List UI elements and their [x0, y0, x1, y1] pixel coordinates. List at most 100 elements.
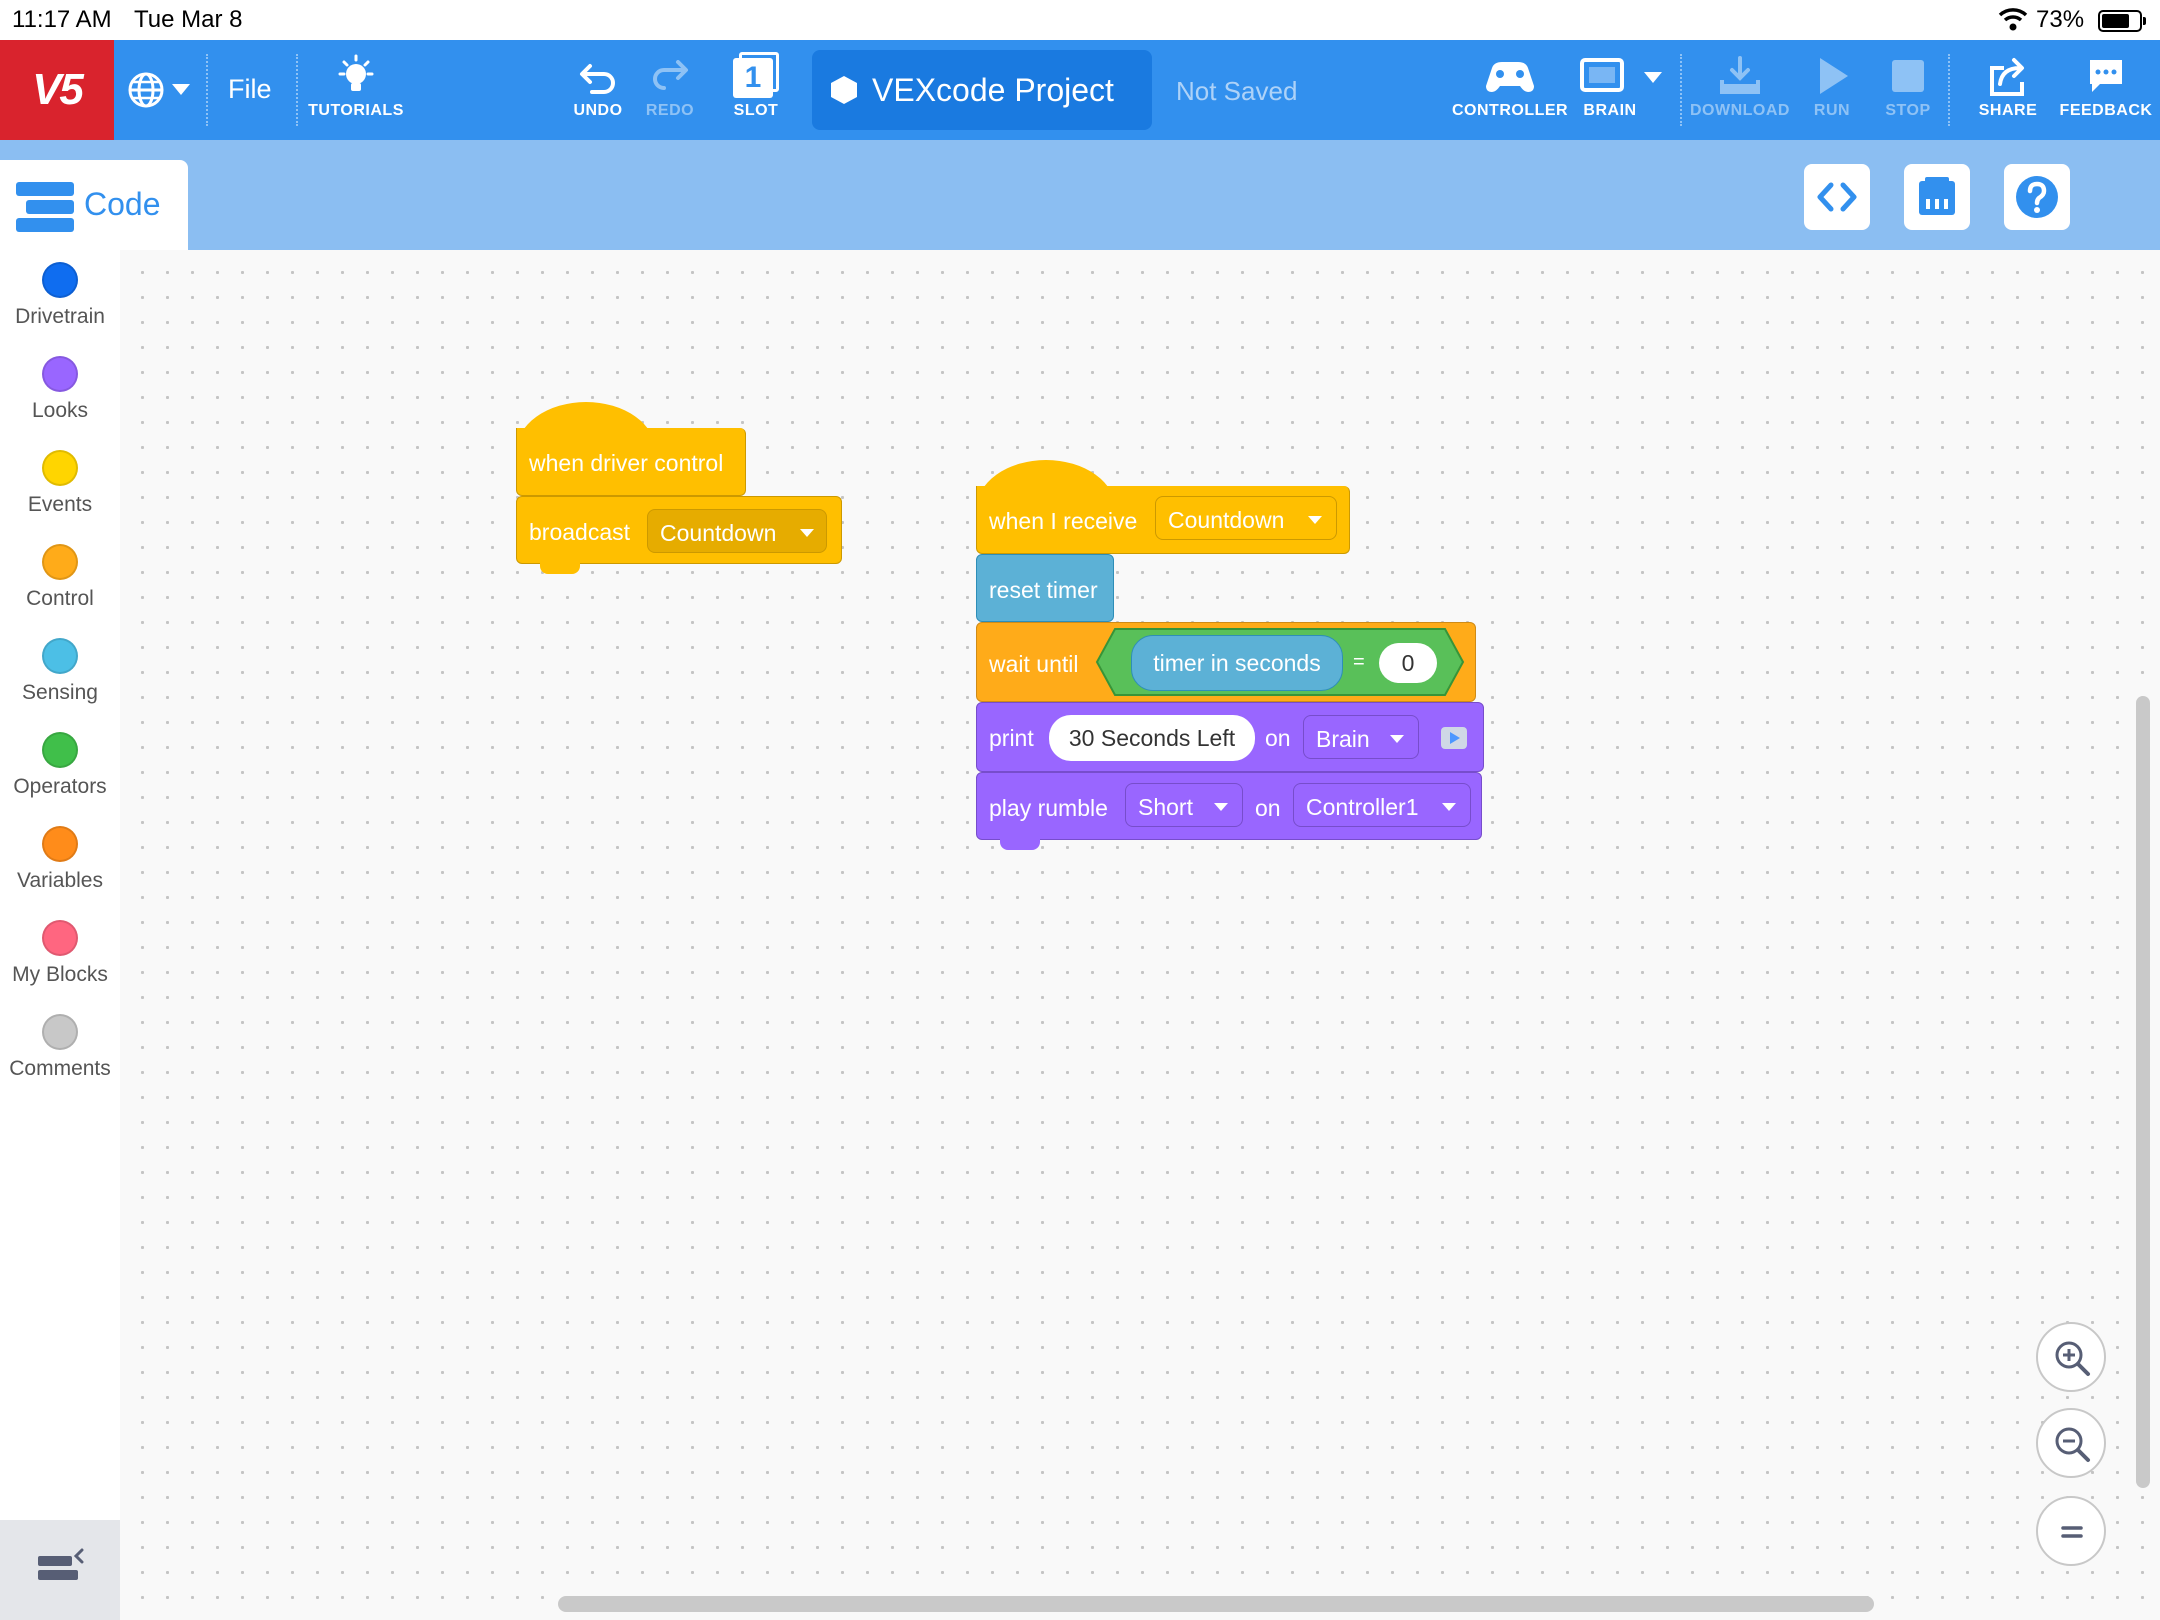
brain-button[interactable]: BRAIN: [1568, 40, 1652, 140]
play-icon[interactable]: [1441, 727, 1467, 749]
timer-in-seconds-reporter[interactable]: timer in seconds: [1131, 635, 1343, 691]
wait-until-block[interactable]: wait until timer in seconds = 0: [976, 622, 1476, 702]
zoom-in-button[interactable]: [2036, 1322, 2106, 1392]
category-sensing[interactable]: Sensing: [0, 638, 120, 705]
zoom-reset-button[interactable]: [2036, 1496, 2106, 1566]
play-icon: [1820, 58, 1848, 94]
tutorials-button[interactable]: TUTORIALS: [306, 40, 406, 140]
wifi-icon: [1998, 8, 2028, 31]
slot-icon: 1: [733, 52, 779, 98]
redo-icon: [653, 60, 688, 90]
feedback-icon: [2090, 60, 2122, 92]
lightbulb-icon: [338, 54, 374, 91]
feedback-button[interactable]: FEEDBACK: [2056, 40, 2156, 140]
run-label: RUN: [1813, 102, 1851, 119]
horizontal-scrollbar[interactable]: [558, 1596, 1874, 1612]
category-dot: [42, 544, 78, 580]
category-looks[interactable]: Looks: [0, 356, 120, 423]
run-button[interactable]: RUN: [1794, 40, 1870, 140]
project-name-field[interactable]: VEXcode Project: [812, 50, 1152, 130]
stop-button[interactable]: STOP: [1870, 40, 1946, 140]
tab-code[interactable]: Code: [0, 160, 188, 250]
toolbar-divider: [296, 54, 298, 126]
block-label: when driver control: [529, 450, 724, 476]
caret-down-icon: [800, 529, 814, 537]
reporter-label: timer in seconds: [1153, 650, 1321, 676]
toolbar-divider: [206, 54, 208, 126]
file-menu-button[interactable]: File: [228, 74, 272, 105]
language-button[interactable]: [120, 40, 200, 140]
block-label: play rumble: [989, 795, 1108, 821]
toolbar-divider: [1680, 54, 1682, 126]
undo-icon: [580, 64, 615, 94]
category-comments[interactable]: Comments: [0, 1014, 120, 1081]
category-variables[interactable]: Variables: [0, 826, 120, 893]
category-dot: [42, 356, 78, 392]
rumble-pattern-dropdown[interactable]: Short: [1125, 783, 1243, 827]
category-label: Sensing: [22, 681, 98, 704]
print-block[interactable]: print 30 Seconds Left on Brain: [976, 702, 1484, 772]
status-time: 11:17 AM: [12, 6, 112, 33]
caret-down-icon: [1214, 803, 1228, 811]
category-label: Events: [27, 493, 93, 516]
extensions-button[interactable]: [0, 1520, 120, 1620]
zoom-in-icon: [2055, 1341, 2090, 1376]
code-viewer-button[interactable]: [1804, 164, 1870, 230]
compare-value-input[interactable]: 0: [1379, 643, 1437, 683]
download-button[interactable]: DOWNLOAD: [1690, 40, 1790, 140]
dropdown-value: Brain: [1316, 726, 1370, 752]
devices-icon: [1919, 177, 1955, 215]
controller-icon: [1486, 62, 1534, 92]
when-i-receive-block[interactable]: when I receive Countdown: [976, 486, 1350, 554]
category-palette: Drivetrain Looks Events Control Sensing …: [0, 250, 120, 1620]
reset-timer-block[interactable]: reset timer: [976, 554, 1114, 622]
zoom-out-button[interactable]: [2036, 1408, 2106, 1478]
category-dot: [42, 732, 78, 768]
when-driver-control-block[interactable]: when driver control: [516, 428, 746, 496]
code-blocks-icon: [16, 182, 74, 232]
block-label: print: [989, 725, 1034, 751]
undo-button[interactable]: UNDO: [562, 40, 634, 140]
code-workspace[interactable]: [120, 250, 2160, 1620]
category-dot: [42, 1014, 78, 1050]
block-label: when I receive: [989, 508, 1138, 534]
broadcast-block[interactable]: broadcast Countdown: [516, 496, 842, 564]
caret-down-icon: [1390, 735, 1404, 743]
receive-message-dropdown[interactable]: Countdown: [1155, 496, 1337, 540]
brain-label: BRAIN: [1583, 102, 1637, 119]
category-events[interactable]: Events: [0, 450, 120, 517]
category-control[interactable]: Control: [0, 544, 120, 611]
category-label: Drivetrain: [15, 305, 105, 328]
extensions-icon: [38, 1548, 84, 1580]
help-button[interactable]: [2004, 164, 2070, 230]
vertical-scrollbar[interactable]: [2136, 696, 2150, 1488]
equals-icon: [2061, 1526, 2083, 1538]
status-bar: 11:17 AM Tue Mar 8 73%: [0, 0, 2160, 40]
block-label: reset timer: [989, 577, 1098, 603]
print-text-input[interactable]: 30 Seconds Left: [1049, 715, 1255, 761]
category-my-blocks[interactable]: My Blocks: [0, 920, 120, 987]
share-button[interactable]: SHARE: [1960, 40, 2056, 140]
play-rumble-block[interactable]: play rumble Short on Controller1: [976, 772, 1482, 840]
category-dot: [42, 638, 78, 674]
print-target-dropdown[interactable]: Brain: [1303, 715, 1419, 759]
category-operators[interactable]: Operators: [0, 732, 120, 799]
rumble-target-dropdown[interactable]: Controller1: [1293, 783, 1471, 827]
redo-button[interactable]: REDO: [634, 40, 706, 140]
category-drivetrain[interactable]: Drivetrain: [0, 262, 120, 329]
chevron-down-icon[interactable]: [1644, 72, 1662, 84]
tab-code-label: Code: [84, 186, 161, 222]
input-value: 30 Seconds Left: [1068, 725, 1236, 751]
stop-label: STOP: [1885, 102, 1931, 119]
category-label: Control: [26, 587, 94, 610]
controller-button[interactable]: CONTROLLER: [1452, 40, 1568, 140]
slot-label: SLOT: [733, 102, 779, 119]
project-name: VEXcode Project: [872, 72, 1114, 108]
devices-button[interactable]: [1904, 164, 1970, 230]
dropdown-value: Countdown: [1168, 507, 1285, 533]
vex-logo[interactable]: V5: [0, 40, 114, 140]
code-brackets-icon: [1817, 182, 1857, 212]
broadcast-message-dropdown[interactable]: Countdown: [647, 509, 827, 553]
category-label: Operators: [13, 775, 107, 798]
slot-button[interactable]: 1 SLOT: [716, 40, 796, 140]
